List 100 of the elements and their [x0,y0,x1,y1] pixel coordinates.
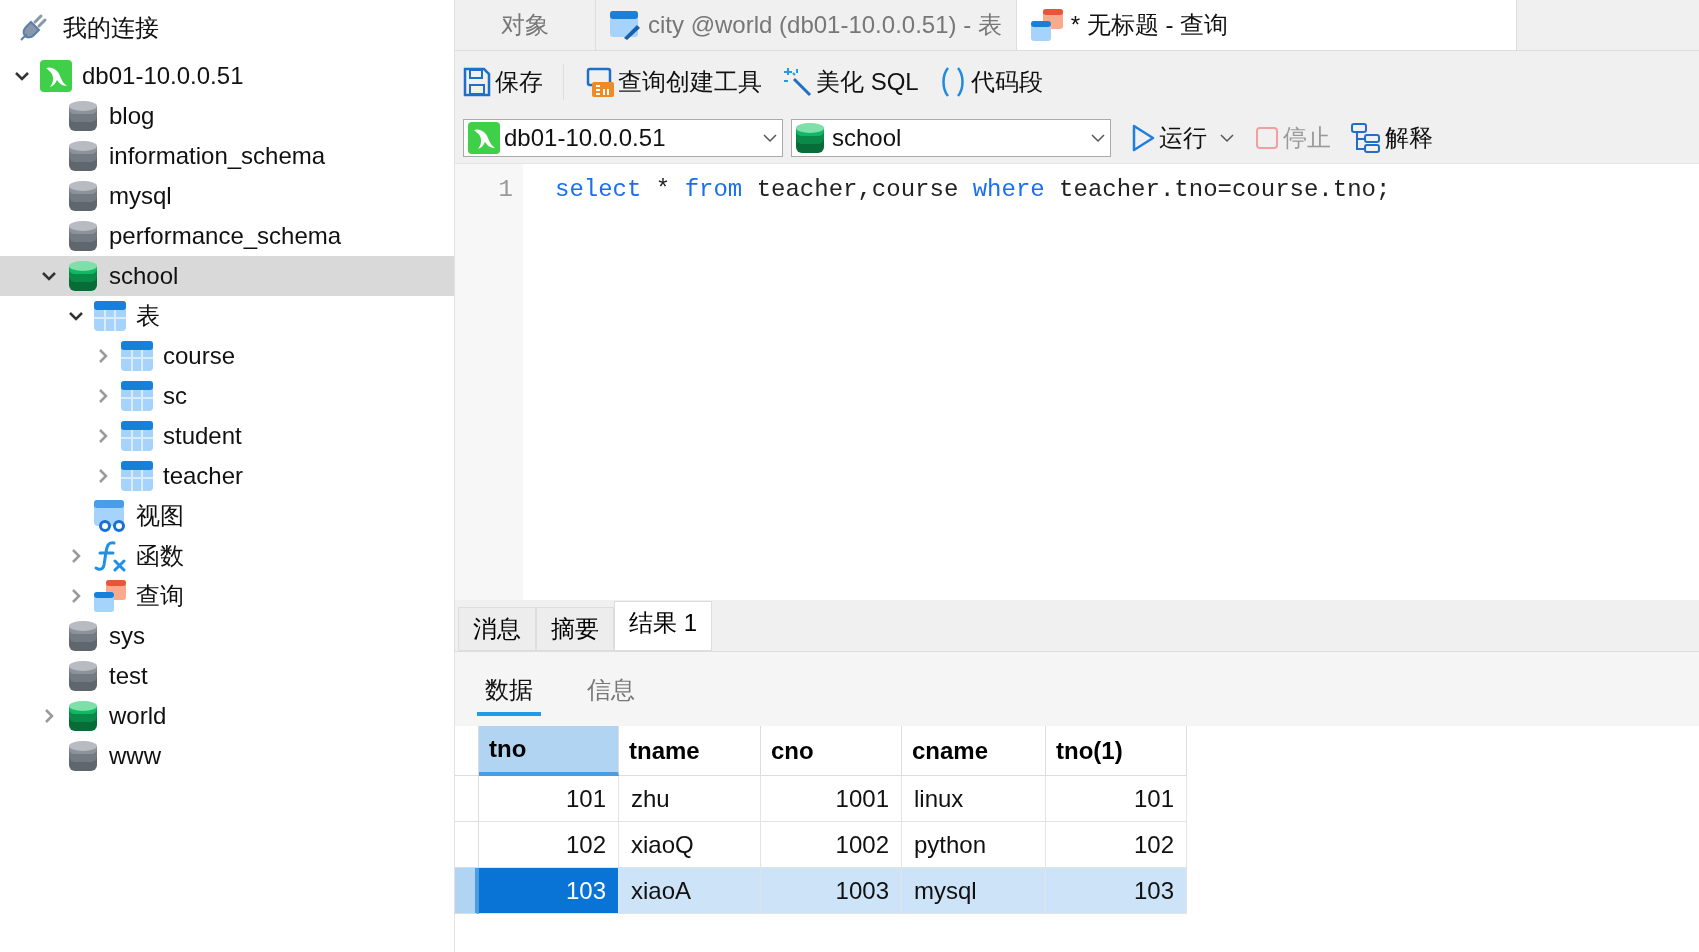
tree-item[interactable]: course [0,336,454,376]
action-button[interactable]: 运行 [1131,120,1235,156]
play-icon [1131,124,1155,152]
database-icon [69,260,97,292]
tree-item[interactable]: world [0,696,454,736]
result-tab[interactable]: 摘要 [536,607,614,651]
tree-item[interactable]: information_schema [0,136,454,176]
table-cell: 1003 [761,868,902,914]
result-tab[interactable]: 消息 [458,607,536,651]
database-icon [69,700,97,732]
toolbar-button[interactable]: 代码段 [938,64,1043,100]
table-icon [121,340,153,372]
database-select[interactable]: school [791,119,1111,157]
column-header[interactable]: cno [761,726,902,776]
database-icon [69,740,97,772]
tree-item-label: 查询 [136,581,184,611]
action-button[interactable]: 解释 [1351,120,1433,156]
result-tab[interactable]: 结果 1 [614,601,712,651]
table-cell: 101 [479,776,619,822]
tree-item[interactable]: performance_schema [0,216,454,256]
tree-item[interactable]: 视图 [0,496,454,536]
sidebar-title: 我的连接 [63,13,159,43]
tree-item[interactable]: mysql [0,176,454,216]
tree-item[interactable]: sys [0,616,454,656]
toolbar-button[interactable]: 美化 SQL [782,64,919,100]
table-cell: 103 [479,868,619,914]
table-edit-icon [610,10,640,40]
tree-item-label: 函数 [136,541,184,571]
stop-icon [1255,126,1279,150]
tree-item[interactable]: teacher [0,456,454,496]
tree-item-label: student [163,421,242,451]
table-icon [121,460,153,492]
tree-item-label: 视图 [136,501,184,531]
table-cell: xiaoQ [619,822,761,868]
view-icon [94,500,126,532]
database-icon [69,620,97,652]
result-subtab[interactable]: 数据 [477,672,541,716]
tree-item[interactable]: 表 [0,296,454,336]
database-icon [69,660,97,692]
database-icon [69,180,97,212]
tree-item-label: teacher [163,461,244,491]
query-icon [1030,9,1063,41]
function-icon [94,540,126,572]
table-icon [94,300,126,332]
magic-wand-icon [782,67,812,97]
table-cell: 1002 [761,822,902,868]
table-icon [121,380,153,412]
table-cell: 103 [1046,868,1187,914]
editor-tab[interactable]: city @world (db01-10.0.0.51) - 表 [596,0,1017,50]
editor-tab[interactable]: 对象 [455,0,596,50]
tree-item-label: db01-10.0.0.51 [82,61,244,91]
tree-item-label: sys [109,621,145,651]
tree-item-label: test [109,661,148,691]
connection-icon [40,60,72,92]
tree-item[interactable]: test [0,656,454,696]
column-header[interactable]: tname [619,726,761,776]
tree-item[interactable]: sc [0,376,454,416]
table-cell: 102 [1046,822,1187,868]
database-icon [796,122,824,154]
tree-item-label: sc [163,381,187,411]
tree-item-label: information_schema [109,141,326,171]
database-icon [69,140,97,172]
table-icon [121,420,153,452]
tree-item-label: blog [109,101,155,131]
editor-tab[interactable]: * 无标题 - 查询 [1016,0,1517,50]
sql-editor[interactable]: 1 select * from teacher,course where teacher.tno=course.tno; [455,163,1699,600]
column-header[interactable]: tno(1) [1046,726,1187,776]
tree-item-label: www [109,741,161,771]
tree-item[interactable]: student [0,416,454,456]
tree-item-label: world [109,701,167,731]
result-subtab[interactable]: 信息 [579,672,643,716]
toolbar-button[interactable]: 查询创建工具 [584,64,762,100]
tree-item[interactable]: www [0,736,454,776]
row-selector[interactable] [455,868,479,914]
explain-icon [1351,123,1381,153]
query-builder-icon [584,67,614,97]
line-number: 1 [497,175,514,205]
connection-select[interactable]: db01-10.0.0.51 [463,119,783,157]
save-icon [463,67,491,97]
toolbar-button[interactable]: 保存 [463,64,543,100]
table-cell: xiaoA [619,868,761,914]
tree-item[interactable]: 函数 [0,536,454,576]
table-cell: 101 [1046,776,1187,822]
tree-item[interactable]: blog [0,96,454,136]
tree-item[interactable]: 查询 [0,576,454,616]
caret-icon [1090,133,1106,143]
database-icon [69,220,97,252]
connection-icon [468,122,500,154]
tree-item-label: 表 [136,301,160,331]
tree-item-label: performance_schema [109,221,342,251]
tree-item[interactable]: school [0,256,454,296]
code-line: select * from teacher,course where teacher.tno=course.tno; [555,175,1391,205]
table-cell: zhu [619,776,761,822]
caret-icon [1219,133,1235,143]
table-cell: python [902,822,1046,868]
tree-item[interactable]: db01-10.0.0.51 [0,56,454,96]
column-header[interactable]: cname [902,726,1046,776]
column-header[interactable]: tno [479,726,619,776]
tree-item-label: school [109,261,179,291]
tree-item-label: mysql [109,181,172,211]
